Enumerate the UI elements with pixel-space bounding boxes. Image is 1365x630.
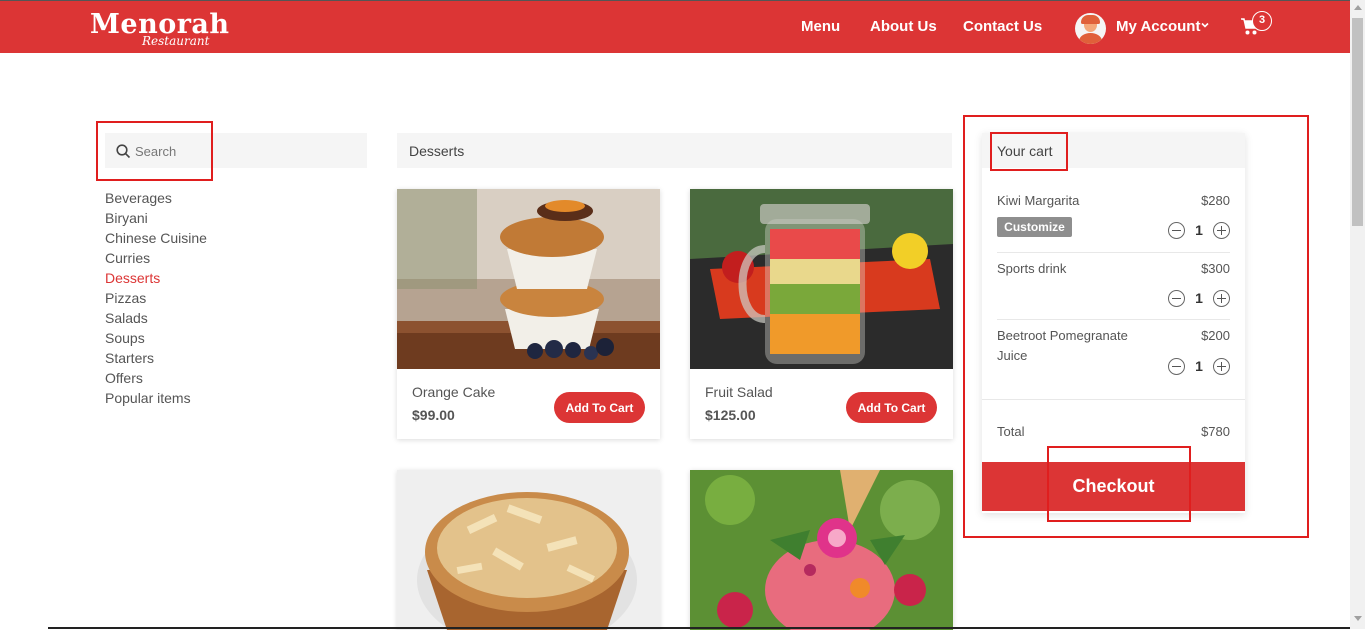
- divider: [982, 399, 1245, 400]
- product-image-fruit-salad: [690, 189, 953, 369]
- minus-icon[interactable]: [1168, 290, 1185, 307]
- product-card[interactable]: [690, 470, 953, 630]
- plus-icon[interactable]: [1213, 290, 1230, 307]
- avatar[interactable]: [1075, 13, 1106, 44]
- category-beverages[interactable]: Beverages: [105, 190, 207, 210]
- category-salads[interactable]: Salads: [105, 310, 207, 330]
- quantity-stepper: 1: [1168, 290, 1230, 308]
- total-label: Total: [997, 424, 1025, 439]
- cart-item-price: $280: [1201, 193, 1230, 208]
- product-name: Fruit Salad: [705, 384, 773, 400]
- minus-icon[interactable]: [1168, 358, 1185, 375]
- scroll-up-arrow-icon[interactable]: [1354, 5, 1362, 10]
- cart-item-price: $200: [1201, 328, 1230, 343]
- product-price: $99.00: [412, 407, 455, 423]
- category-offers[interactable]: Offers: [105, 370, 207, 390]
- category-list: Beverages Biryani Chinese Cuisine Currie…: [105, 190, 207, 410]
- customize-button[interactable]: Customize: [997, 217, 1072, 237]
- product-price: $125.00: [705, 407, 756, 423]
- nav-menu-link[interactable]: Menu: [801, 18, 840, 35]
- category-curries[interactable]: Curries: [105, 250, 207, 270]
- search-input[interactable]: [135, 139, 355, 163]
- divider: [997, 252, 1230, 253]
- checkout-button[interactable]: Checkout: [982, 462, 1245, 511]
- search-icon: [116, 144, 131, 159]
- section-title: Desserts: [397, 133, 952, 168]
- minus-icon[interactable]: [1168, 222, 1185, 239]
- cart-panel: Your cart Kiwi Margarita $280 Customize …: [982, 133, 1245, 513]
- nav-contact-link[interactable]: Contact Us: [963, 18, 1042, 35]
- cart-item-name: Kiwi Margarita: [997, 193, 1080, 208]
- cart-item: Sports drink $300 1: [997, 259, 1230, 309]
- product-card[interactable]: [397, 470, 660, 630]
- quantity-value: 1: [1195, 358, 1203, 374]
- category-starters[interactable]: Starters: [105, 350, 207, 370]
- cart-item-price: $300: [1201, 261, 1230, 276]
- product-image-nut-tart: [397, 470, 660, 630]
- search-box: [105, 133, 367, 168]
- quantity-stepper: 1: [1168, 358, 1230, 376]
- quantity-stepper: 1: [1168, 222, 1230, 240]
- cart-item-name: Sports drink: [997, 261, 1067, 276]
- category-biryani[interactable]: Biryani: [105, 210, 207, 230]
- divider: [997, 319, 1230, 320]
- add-to-cart-button[interactable]: Add To Cart: [554, 392, 645, 423]
- category-popular-items[interactable]: Popular items: [105, 390, 207, 410]
- scroll-thumb[interactable]: [1352, 18, 1363, 226]
- quantity-value: 1: [1195, 290, 1203, 306]
- product-card[interactable]: Fruit Salad $125.00 Add To Cart: [690, 189, 953, 439]
- my-account-menu[interactable]: My Account: [1116, 18, 1200, 35]
- top-navbar: Menorah Restaurant Menu About Us Contact…: [0, 0, 1350, 53]
- product-card[interactable]: Orange Cake $99.00 Add To Cart: [397, 189, 660, 439]
- category-desserts[interactable]: Desserts: [105, 270, 207, 290]
- cart-item: Kiwi Margarita $280 Customize 1: [997, 191, 1230, 241]
- product-image-orange-cake: [397, 189, 660, 369]
- category-soups[interactable]: Soups: [105, 330, 207, 350]
- quantity-value: 1: [1195, 222, 1203, 238]
- scroll-down-arrow-icon[interactable]: [1354, 616, 1362, 621]
- chevron-down-icon: [1201, 22, 1209, 28]
- product-name: Orange Cake: [412, 384, 496, 400]
- category-pizzas[interactable]: Pizzas: [105, 290, 207, 310]
- add-to-cart-button[interactable]: Add To Cart: [846, 392, 937, 423]
- cart-count-badge: 3: [1252, 11, 1272, 31]
- cart-item-name: Beetroot Pomegranate Juice: [997, 328, 1128, 363]
- cart-item: Beetroot Pomegranate Juice $200 1: [997, 326, 1230, 386]
- product-image-ice-cream: [690, 470, 953, 630]
- logo-subtitle: Restaurant: [142, 34, 210, 48]
- category-chinese-cuisine[interactable]: Chinese Cuisine: [105, 230, 207, 250]
- cart-title: Your cart: [982, 133, 1245, 168]
- nav-about-link[interactable]: About Us: [870, 18, 937, 35]
- total-value: $780: [1201, 424, 1230, 439]
- plus-icon[interactable]: [1213, 358, 1230, 375]
- plus-icon[interactable]: [1213, 222, 1230, 239]
- page-scrollbar[interactable]: [1350, 0, 1365, 629]
